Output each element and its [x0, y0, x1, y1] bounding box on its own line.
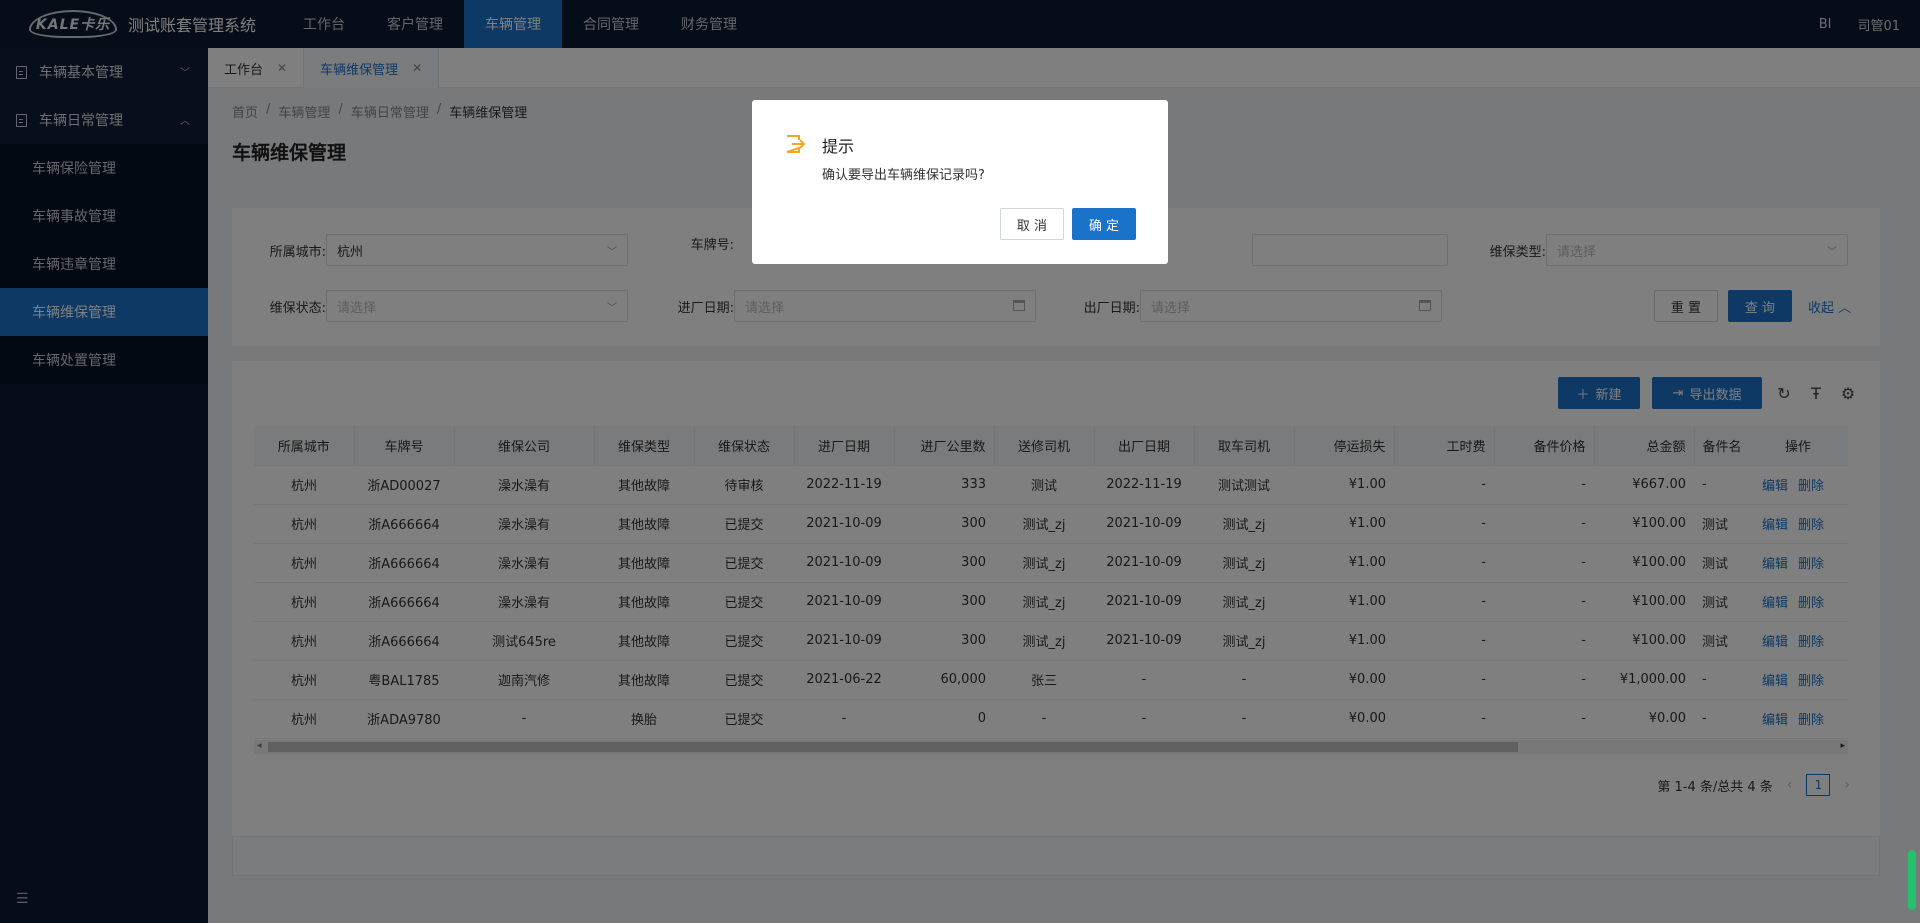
export-warning-icon	[786, 135, 806, 153]
confirm-button[interactable]: 确 定	[1072, 208, 1136, 240]
cancel-button[interactable]: 取 消	[1000, 208, 1064, 240]
side-scroll-indicator[interactable]	[1908, 850, 1916, 910]
dialog-message: 确认要导出车辆维保记录吗?	[822, 168, 985, 183]
dialog-title: 提示	[822, 137, 855, 156]
confirm-dialog: 提示 确认要导出车辆维保记录吗? 取 消 确 定	[752, 100, 1168, 264]
dialog-actions: 取 消 确 定	[1000, 208, 1136, 240]
